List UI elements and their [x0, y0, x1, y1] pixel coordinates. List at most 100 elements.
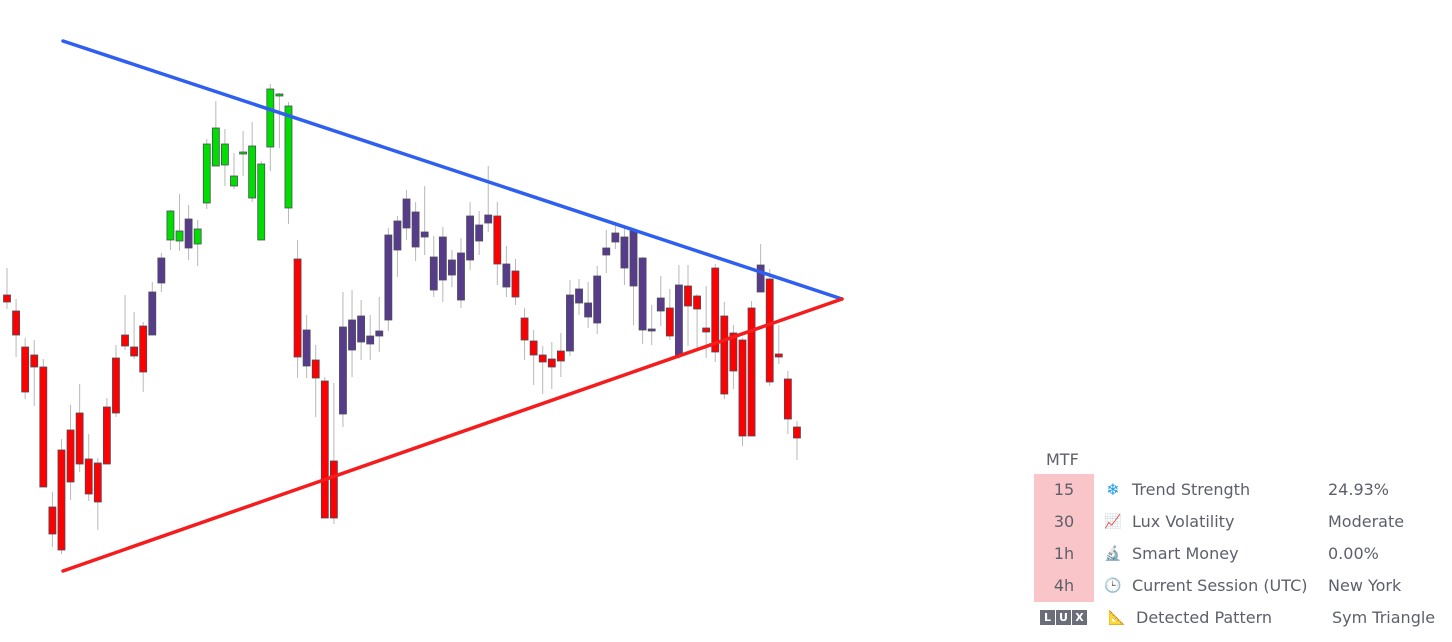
candle-body — [584, 302, 593, 318]
snowflake-icon: ❄ — [1106, 480, 1120, 499]
candle — [93, 458, 102, 530]
candle-body — [493, 215, 502, 265]
candle-body — [257, 163, 266, 241]
candle-body — [121, 334, 129, 347]
candle-body — [765, 278, 774, 383]
candle-body — [475, 224, 484, 242]
candle-body — [266, 88, 275, 148]
microscope-icon: 🔬 — [1104, 546, 1122, 562]
row-label: Detected Pattern — [1136, 608, 1272, 627]
candle-body — [248, 145, 257, 199]
candle — [593, 266, 602, 334]
candle-body — [30, 354, 39, 368]
row-value: 0.00% — [1328, 544, 1379, 563]
candle — [457, 238, 465, 308]
candle — [765, 269, 774, 386]
candle-body — [484, 214, 493, 224]
candle-body — [675, 284, 683, 357]
candle-body — [566, 294, 574, 352]
lux-logo-letter: L — [1040, 610, 1055, 625]
candle — [275, 93, 284, 148]
candle — [121, 295, 129, 350]
candle-body — [221, 143, 229, 166]
candle-body — [547, 358, 556, 368]
dashboard-row-lux-volatility: 30 📈 Lux Volatility Moderate — [1034, 506, 1452, 538]
candle-body — [84, 458, 93, 495]
candle — [239, 131, 247, 176]
candle-body — [638, 257, 647, 331]
candle-body — [175, 230, 184, 242]
candle — [575, 279, 583, 315]
candle-body — [438, 236, 447, 281]
candle — [48, 492, 57, 547]
candle — [693, 294, 701, 350]
candle — [402, 190, 411, 240]
candle — [520, 308, 529, 360]
candle-body — [647, 328, 656, 332]
candle-body — [57, 449, 66, 551]
candle-body — [656, 297, 665, 312]
row-label: Trend Strength — [1132, 480, 1251, 499]
candle-body — [112, 357, 120, 414]
candle-body — [502, 263, 511, 288]
candle — [348, 290, 356, 377]
candle-body — [611, 232, 620, 243]
candle — [738, 338, 747, 446]
row-value: New York — [1328, 576, 1402, 595]
candle-body — [39, 366, 48, 488]
candle-body — [93, 462, 102, 503]
candle-body — [202, 143, 211, 204]
candle-body — [747, 307, 756, 437]
candle — [12, 299, 20, 357]
candle — [175, 194, 184, 251]
candle-body — [620, 236, 629, 269]
candle — [538, 346, 547, 394]
candle — [66, 405, 75, 500]
trendline-lower — [61, 297, 844, 573]
candle — [466, 202, 474, 270]
candle — [675, 265, 683, 359]
candle-body — [520, 317, 529, 341]
chart-increasing-icon: 📈 — [1104, 514, 1122, 530]
candle-body — [320, 380, 329, 519]
candle — [302, 315, 311, 378]
candle-body — [556, 350, 565, 362]
candle — [84, 434, 93, 501]
candle — [311, 345, 320, 417]
lux-logo-letter: X — [1072, 610, 1087, 625]
candle-body — [339, 326, 347, 415]
dashboard-row-smart-money: 1h 🔬 Smart Money 0.00% — [1034, 538, 1452, 570]
lux-logo-letter: U — [1056, 610, 1071, 625]
candle — [102, 398, 111, 465]
timeframe-cell: 1h — [1034, 538, 1094, 570]
candle-body — [693, 295, 701, 310]
candle — [638, 257, 647, 344]
candle — [566, 280, 574, 356]
candle-body — [329, 460, 338, 519]
row-value: Moderate — [1328, 512, 1405, 531]
candle — [75, 384, 84, 472]
candle — [357, 300, 366, 360]
candle — [684, 265, 692, 346]
candle-body — [166, 210, 175, 241]
candle-body — [629, 230, 638, 287]
candle-body — [402, 198, 411, 229]
candle — [193, 220, 202, 266]
candle — [547, 342, 556, 389]
candle — [230, 153, 238, 189]
candle-body — [665, 307, 674, 337]
candle-body — [756, 264, 765, 293]
candle — [21, 338, 30, 399]
candle-body — [375, 330, 384, 337]
candle-body — [275, 93, 284, 97]
row-label: Current Session (UTC) — [1132, 576, 1308, 595]
candle — [711, 264, 720, 362]
candle-body — [783, 378, 792, 420]
candle-body — [684, 285, 692, 307]
candle — [3, 268, 11, 309]
candle-body — [420, 231, 429, 238]
timeframe-cell: 15 — [1034, 474, 1094, 506]
candle-body — [793, 426, 801, 439]
candle — [429, 236, 438, 297]
timeframe-cell: 30 — [1034, 506, 1094, 538]
